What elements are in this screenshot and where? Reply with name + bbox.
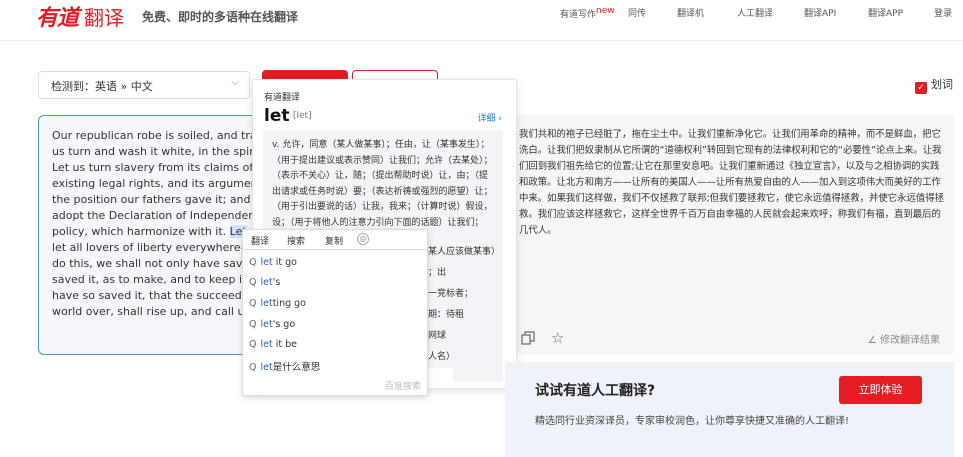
search-icon: Q — [249, 362, 257, 373]
suggestion-item[interactable]: Qlet it be — [249, 339, 297, 350]
source-line: Let us turn slavery from its claims of — [52, 161, 254, 174]
logo[interactable]: 有道 — [36, 0, 79, 32]
source-line: Our republican robe is soiled, and tra — [52, 129, 257, 142]
word-select-label: 划词 — [931, 78, 953, 91]
dict-word: let — [264, 106, 290, 126]
new-badge: new — [596, 6, 615, 16]
source-textarea[interactable]: Our republican robe is soiled, and tra u… — [38, 115, 260, 355]
header-divider — [0, 40, 963, 41]
pencil-icon: ∠ — [867, 335, 880, 346]
checkbox-checked-icon[interactable]: ✓ — [915, 82, 927, 94]
edit-translation-label: 修改翻译结果 — [880, 335, 940, 346]
edit-translation-button[interactable]: ∠ 修改翻译结果 — [868, 331, 940, 346]
human-translation-promo: 试试有道人工翻译? 精选同行业资深译员，专家审校润色，让你尊享快捷又准确的人工翻… — [505, 362, 954, 457]
promo-title: 试试有道人工翻译? — [535, 383, 656, 399]
search-icon: Q — [249, 298, 257, 309]
nav-app[interactable]: 翻译APP — [868, 6, 903, 19]
selection-menu: 翻译 搜索 复制 ◎ Qlet it go Qlet's Qletting go… — [242, 229, 429, 396]
translation-output: 我们共和的袍子已经脏了，拖在尘土中。让我们重新净化它。让我们用革命的精神，而不是… — [519, 129, 945, 236]
source-line: adopt the Declaration of Independen — [52, 209, 256, 222]
copy-icon[interactable] — [521, 331, 535, 345]
tagline: 免费、即时的多语种在线翻译 — [142, 10, 299, 24]
source-line: saved it, as to make, and to keep it, — [52, 273, 250, 286]
source-line: us turn and wash it white, in the spirit — [52, 145, 260, 158]
suggestion-item[interactable]: Qlet's — [249, 277, 280, 288]
dict-overflow-line: 某一竞标者； — [419, 289, 474, 299]
target-panel: 我们共和的袍子已经脏了，拖在尘土中。让我们重新净化它。让我们用革命的精神，而不是… — [517, 115, 954, 355]
search-icon: Q — [249, 277, 257, 288]
menu-search[interactable]: 搜索 — [287, 234, 305, 247]
source-line: existing legal rights, and its argument — [52, 177, 260, 190]
menu-copy[interactable]: 复制 — [325, 234, 343, 247]
suggestion-item[interactable]: Qlet it go — [249, 257, 297, 268]
dict-secondary-box — [453, 338, 503, 382]
search-icon: Q — [249, 339, 257, 350]
dict-overflow-line: 为某人应该做某事）让；出 — [419, 247, 501, 278]
search-provider[interactable]: 百度搜索 — [385, 379, 421, 392]
language-label: 检测到：英语 » 中文 — [51, 80, 153, 93]
nav-translator-device[interactable]: 翻译机 — [677, 6, 704, 19]
source-line: do this, we shall not only have saved — [52, 257, 257, 270]
nav-human-translation[interactable]: 人工翻译 — [737, 6, 773, 19]
word-select-toggle[interactable]: ✓ 划词 — [915, 76, 953, 94]
dict-source-label: 有道翻译 — [264, 93, 301, 103]
target-icon[interactable]: ◎ — [357, 233, 369, 245]
nav-writing[interactable]: 有道写作new — [560, 6, 615, 20]
dict-more-link[interactable]: 详细 › — [478, 111, 502, 124]
source-line: let all lovers of liberty everywhere— — [52, 241, 252, 254]
dict-overflow-line: 租期：待租 — [419, 310, 465, 320]
dict-phonetic: [let] — [293, 111, 312, 121]
source-line: have so saved it, that the succeedin — [52, 289, 252, 302]
search-icon: Q — [249, 319, 257, 330]
source-line: the position our fathers gave it; and t — [52, 193, 259, 206]
try-now-button[interactable]: 立即体验 — [839, 376, 922, 404]
logo-subtitle[interactable]: 翻译 — [84, 2, 124, 31]
selection-menu-tabs: 翻译 搜索 复制 ◎ — [243, 230, 429, 250]
suggestion-item[interactable]: Qlet's go — [249, 319, 295, 330]
nav-interpretation[interactable]: 同传 — [628, 6, 646, 19]
language-selector[interactable]: 检测到：英语 » 中文 ⌵ — [38, 71, 250, 99]
source-line: world over, shall rise up, and call us — [52, 305, 251, 318]
suggestion-item[interactable]: Qletting go — [249, 298, 306, 309]
dict-definition-text: v. 允许，同意（某人做某事）；任由，让（某事发生）；（用于提出建议或表示赞同）… — [272, 140, 493, 243]
menu-translate[interactable]: 翻译 — [251, 234, 269, 247]
suggestion-item[interactable]: Qlet是什么意思 — [249, 359, 320, 373]
chevron-down-icon: ⌵ — [231, 77, 239, 88]
nav-api[interactable]: 翻译API — [804, 6, 836, 19]
search-icon: Q — [249, 257, 257, 268]
nav-login[interactable]: 登录 — [934, 6, 952, 19]
star-icon[interactable]: ☆ — [551, 329, 564, 347]
source-line: policy, which harmonize with it. — [52, 225, 227, 238]
source-text[interactable]: Our republican robe is soiled, and tra u… — [39, 116, 259, 320]
promo-description: 精选同行业资深译员，专家审校润色，让你尊享快捷又准确的人工翻译! — [535, 416, 850, 427]
